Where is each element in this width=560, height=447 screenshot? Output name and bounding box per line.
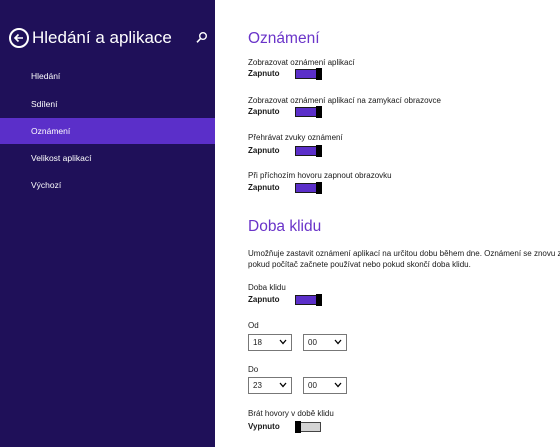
chevron-down-icon	[279, 339, 287, 345]
setting-state: Zapnuto	[248, 69, 280, 78]
sidebar: Hledání a aplikace Hledání Sdílení Oznám…	[0, 0, 215, 447]
notification-sounds-toggle[interactable]	[295, 145, 323, 157]
setting-label: Při příchozím hovoru zapnout obrazovku	[248, 171, 392, 180]
from-minute-select[interactable]: 00	[303, 334, 347, 351]
setting-label: Doba klidu	[248, 283, 286, 292]
sidebar-item-oznameni[interactable]: Oznámení	[0, 118, 215, 144]
select-value: 18	[253, 338, 262, 347]
sidebar-item-sdileni[interactable]: Sdílení	[0, 91, 215, 117]
main-content: Oznámení Zobrazovat oznámení aplikací Za…	[248, 0, 560, 447]
setting-label: Zobrazovat oznámení aplikací na zamykací…	[248, 96, 441, 105]
quiet-hours-section-title: Doba klidu	[248, 218, 322, 235]
setting-label: Brát hovory v době klidu	[248, 409, 334, 418]
sidebar-item-vychozi[interactable]: Výchozí	[0, 172, 215, 198]
to-hour-select[interactable]: 23	[248, 377, 292, 394]
setting-state: Zapnuto	[248, 107, 280, 116]
search-icon	[196, 32, 207, 43]
back-arrow-icon	[13, 33, 23, 43]
setting-state: Zapnuto	[248, 295, 280, 304]
quiet-hours-toggle[interactable]	[295, 294, 323, 306]
sidebar-header: Hledání a aplikace	[9, 27, 209, 51]
search-button[interactable]	[194, 30, 210, 46]
to-label: Do	[248, 365, 259, 374]
notifications-section-title: Oznámení	[248, 30, 320, 47]
to-minute-select[interactable]: 00	[303, 377, 347, 394]
from-label: Od	[248, 321, 259, 330]
chevron-down-icon	[334, 339, 342, 345]
calls-during-quiet-hours-toggle[interactable]	[295, 421, 323, 433]
sidebar-item-hledani[interactable]: Hledání	[0, 63, 215, 89]
app-notifications-toggle[interactable]	[295, 68, 323, 80]
back-button[interactable]	[9, 28, 29, 48]
from-hour-select[interactable]: 18	[248, 334, 292, 351]
chevron-down-icon	[279, 382, 287, 388]
select-value: 23	[253, 381, 262, 390]
setting-label: Zobrazovat oznámení aplikací	[248, 58, 355, 67]
quiet-hours-description: Umožňuje zastavit oznámení aplikací na u…	[248, 248, 560, 270]
select-value: 00	[308, 381, 317, 390]
setting-state: Zapnuto	[248, 183, 280, 192]
setting-state: Zapnuto	[248, 146, 280, 155]
lockscreen-notifications-toggle[interactable]	[295, 106, 323, 118]
quiet-hours-description-line: Umožňuje zastavit oznámení aplikací na u…	[248, 249, 560, 258]
setting-state: Vypnuto	[248, 422, 280, 431]
chevron-down-icon	[334, 382, 342, 388]
select-value: 00	[308, 338, 317, 347]
sidebar-item-velikost-aplikaci[interactable]: Velikost aplikací	[0, 145, 215, 171]
setting-label: Přehrávat zvuky oznámení	[248, 133, 343, 142]
page-title: Hledání a aplikace	[32, 28, 172, 47]
quiet-hours-description-line: pokud počítač začnete používat nebo poku…	[248, 260, 471, 269]
wake-screen-on-call-toggle[interactable]	[295, 182, 323, 194]
